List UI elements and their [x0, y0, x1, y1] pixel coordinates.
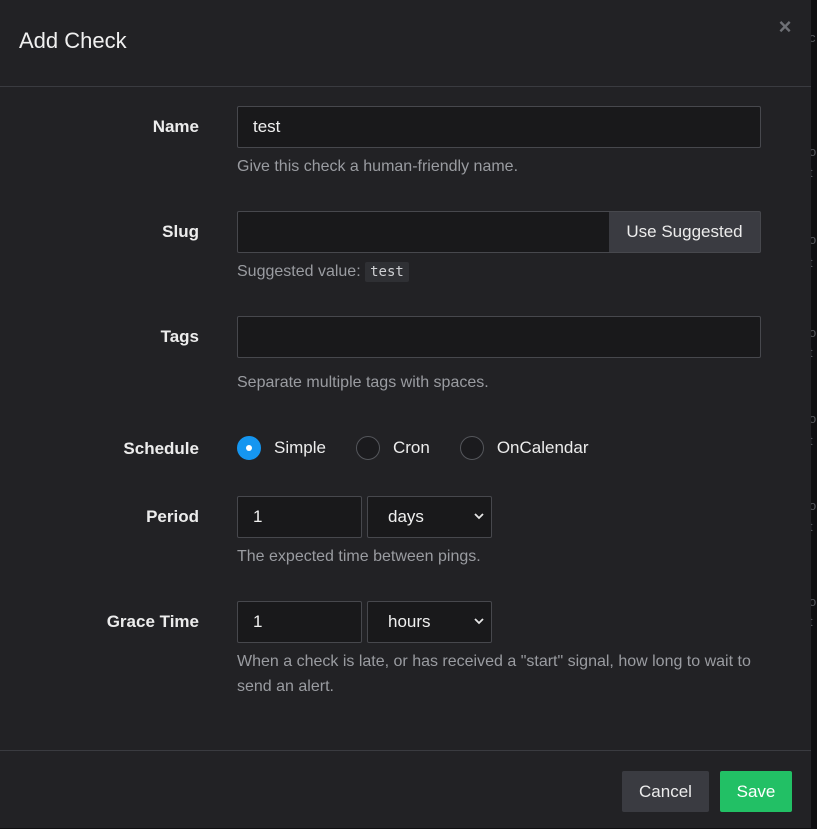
tags-label: Tags — [160, 327, 199, 346]
grace-unit-value: hours — [388, 612, 431, 631]
period-unit-value: days — [388, 507, 424, 526]
schedule-simple-label: Simple — [274, 438, 326, 457]
grace-value-input[interactable]: 1 — [237, 601, 362, 643]
close-icon[interactable]: × — [776, 16, 794, 38]
name-input[interactable]: test — [237, 106, 761, 148]
add-check-modal: Add Check × Name test Give this check a … — [0, 0, 811, 828]
radio-unchecked-icon[interactable] — [355, 436, 380, 460]
period-value-input[interactable]: 1 — [237, 496, 362, 538]
schedule-oncalendar-label: OnCalendar — [496, 438, 589, 457]
period-label: Period — [146, 507, 199, 526]
radio-unchecked-icon[interactable] — [459, 436, 484, 460]
tags-input[interactable] — [237, 316, 761, 358]
slug-label: Slug — [162, 222, 199, 241]
modal-header: Add Check × — [0, 0, 811, 87]
period-help: The expected time between pings. — [237, 548, 481, 565]
schedule-label: Schedule — [123, 439, 199, 458]
tags-help: Separate multiple tags with spaces. — [237, 374, 489, 391]
schedule-radio-group: Simple Cron OnCalendar — [237, 436, 619, 460]
slug-help: Suggested value: test — [237, 259, 409, 285]
grace-label: Grace Time — [106, 612, 199, 631]
modal-footer: Cancel Save — [0, 750, 811, 829]
schedule-cron-label: Cron — [392, 438, 430, 457]
slug-input[interactable] — [237, 211, 610, 253]
schedule-simple-radio[interactable]: Simple — [237, 436, 326, 460]
chevron-down-icon — [474, 618, 484, 625]
name-label: Name — [152, 117, 199, 136]
use-suggested-button[interactable]: Use Suggested — [609, 211, 761, 253]
slug-help-prefix: Suggested value: — [237, 263, 361, 280]
period-unit-select[interactable]: days — [367, 496, 492, 538]
chevron-down-icon — [474, 513, 484, 520]
grace-unit-select[interactable]: hours — [367, 601, 492, 643]
name-help: Give this check a human-friendly name. — [237, 158, 519, 175]
modal-title: Add Check — [19, 28, 127, 53]
schedule-oncalendar-radio[interactable]: OnCalendar — [459, 436, 589, 460]
save-button[interactable]: Save — [720, 771, 792, 812]
grace-help: When a check is late, or has received a … — [237, 653, 751, 695]
radio-checked-icon[interactable] — [237, 436, 261, 460]
suggested-slug: test — [365, 262, 409, 282]
schedule-cron-radio[interactable]: Cron — [355, 436, 430, 460]
cancel-button[interactable]: Cancel — [622, 771, 709, 812]
